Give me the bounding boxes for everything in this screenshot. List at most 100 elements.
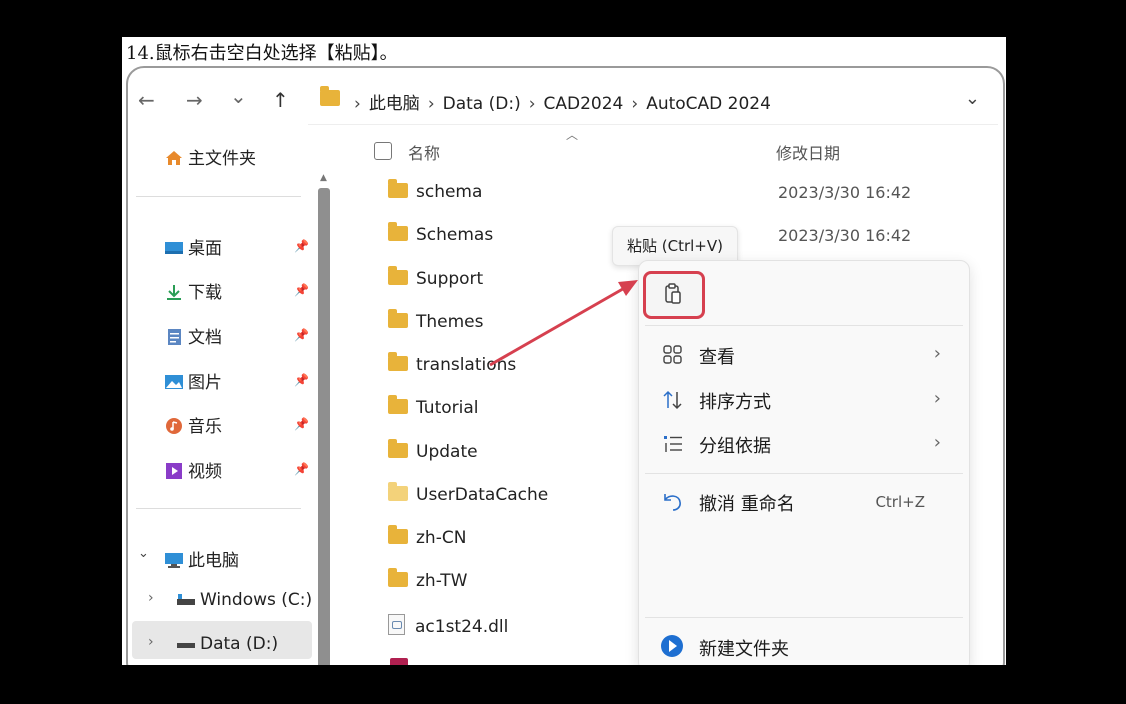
chevron-right-icon: › [933,388,941,409]
select-all-checkbox[interactable] [374,142,392,160]
desktop-icon [165,242,183,254]
column-header-modified[interactable]: 修改日期 [776,140,840,164]
list-item[interactable]: zh-TW [388,568,468,591]
breadcrumb-autocad-2024[interactable]: AutoCAD 2024 [646,94,771,114]
list-item[interactable]: Tutorial [388,395,479,418]
menu-item-sort[interactable]: 排序方式 › [661,382,961,418]
forward-arrow-icon[interactable]: → [186,88,203,112]
file-name: ac1st24.dll [415,617,509,637]
new-folder-icon [661,635,683,657]
breadcrumb-data-d[interactable]: Data (D:) [443,94,521,114]
menu-item-label: 分组依据 [699,436,771,457]
menu-item-label: 查看 [699,347,735,368]
menu-separator [645,617,963,618]
undo-icon [664,494,681,511]
file-name: UserDataCache [416,485,549,505]
file-name: translations [416,355,517,375]
pin-icon[interactable]: 📌 [294,373,309,387]
list-item[interactable]: translations [388,352,517,375]
pin-icon[interactable]: 📌 [294,283,309,297]
sidebar-item-music[interactable]: 音乐 [164,412,222,437]
pin-icon[interactable]: 📌 [294,239,309,253]
sidebar-item-this-pc[interactable]: 此电脑 [164,546,239,571]
expand-drive-c-icon[interactable]: › [148,590,154,606]
sidebar-scrollbar[interactable] [318,188,330,665]
list-item[interactable]: UserDataCache [388,482,549,505]
breadcrumb-cad2024[interactable]: CAD2024 [544,94,624,114]
chevron-right-icon: › [933,432,941,453]
folder-icon [388,395,408,414]
sidebar-divider [136,508,301,509]
pin-icon[interactable]: 📌 [294,417,309,431]
list-item[interactable]: Update [388,439,478,462]
up-arrow-icon[interactable]: ↑ [272,88,289,112]
sidebar-item-documents[interactable]: 文档 [164,323,222,348]
instruction-text: 14.鼠标右击空白处选择【粘贴】。 [126,43,398,64]
scroll-up-icon[interactable]: ▲ [320,173,327,183]
list-item[interactable]: zh-CN [388,525,466,548]
sidebar-item-downloads[interactable]: 下载 [164,278,222,303]
file-name: Schemas [416,225,494,245]
folder-icon [388,482,408,501]
pin-icon[interactable]: 📌 [294,328,309,342]
recent-dropdown-icon[interactable]: ⌄ [230,84,247,108]
computer-icon [165,553,183,568]
menu-item-label: 新建文件夹 [699,639,789,660]
folder-icon [388,352,408,371]
explorer-window: ← → ⌄ ↑ › 此电脑 › Data (D:) › CAD2024 › AutoCAD 2… [126,66,1005,665]
list-item[interactable]: schema [388,179,483,202]
sidebar-item-desktop[interactable]: 桌面 [164,234,222,259]
menu-item-new-folder[interactable]: 新建文件夹 [661,629,961,665]
context-menu: 查看 › 排序方式 › 分组依据 › 撤消 重命名 Ctrl+Z 新建文件夹 [638,260,970,665]
sidebar-item-home[interactable]: 主文件夹 [164,144,256,169]
documents-icon [168,329,181,345]
list-item[interactable]: Support [388,266,483,289]
breadcrumb-separator: › [427,94,435,114]
breadcrumb-this-pc[interactable]: 此电脑 [369,94,420,114]
column-header-name[interactable]: 名称 [408,140,440,164]
download-icon [167,285,181,300]
sidebar-item-label: 下载 [188,283,222,303]
folder-icon [388,439,408,458]
menu-item-group[interactable]: 分组依据 › [661,426,961,462]
sidebar-item-label: 视频 [188,462,222,482]
expand-this-pc-icon[interactable]: ⌄ [138,546,149,561]
sidebar-item-drive-c[interactable]: Windows (C:) [176,590,312,610]
paste-button[interactable] [643,271,705,319]
list-item[interactable]: Themes [388,309,484,332]
pictures-icon [165,375,183,389]
expand-drive-d-icon[interactable]: › [148,634,154,650]
sidebar-item-videos[interactable]: 视频 [164,457,222,482]
folder-icon [388,179,408,198]
pin-icon[interactable]: 📌 [294,462,309,476]
sidebar-item-label: Data (D:) [200,634,279,654]
folder-icon [388,222,408,241]
address-dropdown-icon[interactable]: ⌄ [965,88,980,109]
menu-item-label: 撤消 重命名 [699,494,795,515]
sidebar-item-pictures[interactable]: 图片 [164,368,222,393]
address-bar[interactable]: › 此电脑 › Data (D:) › CAD2024 › AutoCAD 2024 ⌄ [308,78,998,125]
folder-icon [388,525,408,544]
file-name: zh-TW [416,571,468,591]
list-item[interactable]: Schemas [388,222,494,245]
chevron-right-icon: › [933,343,941,364]
sidebar-item-label: Windows (C:) [200,590,313,610]
sidebar-item-label: 音乐 [188,417,222,437]
sidebar-item-label: 桌面 [188,239,222,259]
breadcrumb-separator: › [528,94,536,114]
sidebar-divider [136,196,301,197]
menu-item-view[interactable]: 查看 › [661,337,961,373]
file-name: Themes [416,312,484,332]
tutorial-frame: 14.鼠标右击空白处选择【粘贴】。 ← → ⌄ ↑ › 此电脑 › Data (D:)… [122,37,1006,665]
list-item[interactable]: ac1st24.dll [388,614,508,637]
back-arrow-icon[interactable]: ← [138,88,155,112]
video-icon [166,463,182,479]
folder-icon [388,309,408,328]
menu-item-undo-rename[interactable]: 撤消 重命名 Ctrl+Z [661,484,961,520]
sort-ascending-icon: ︿ [566,128,579,142]
paste-icon [665,283,681,304]
drive-icon [177,643,195,648]
sidebar-item-drive-d[interactable]: Data (D:) [176,634,278,654]
music-icon [166,418,182,434]
file-name: schema [416,182,483,202]
